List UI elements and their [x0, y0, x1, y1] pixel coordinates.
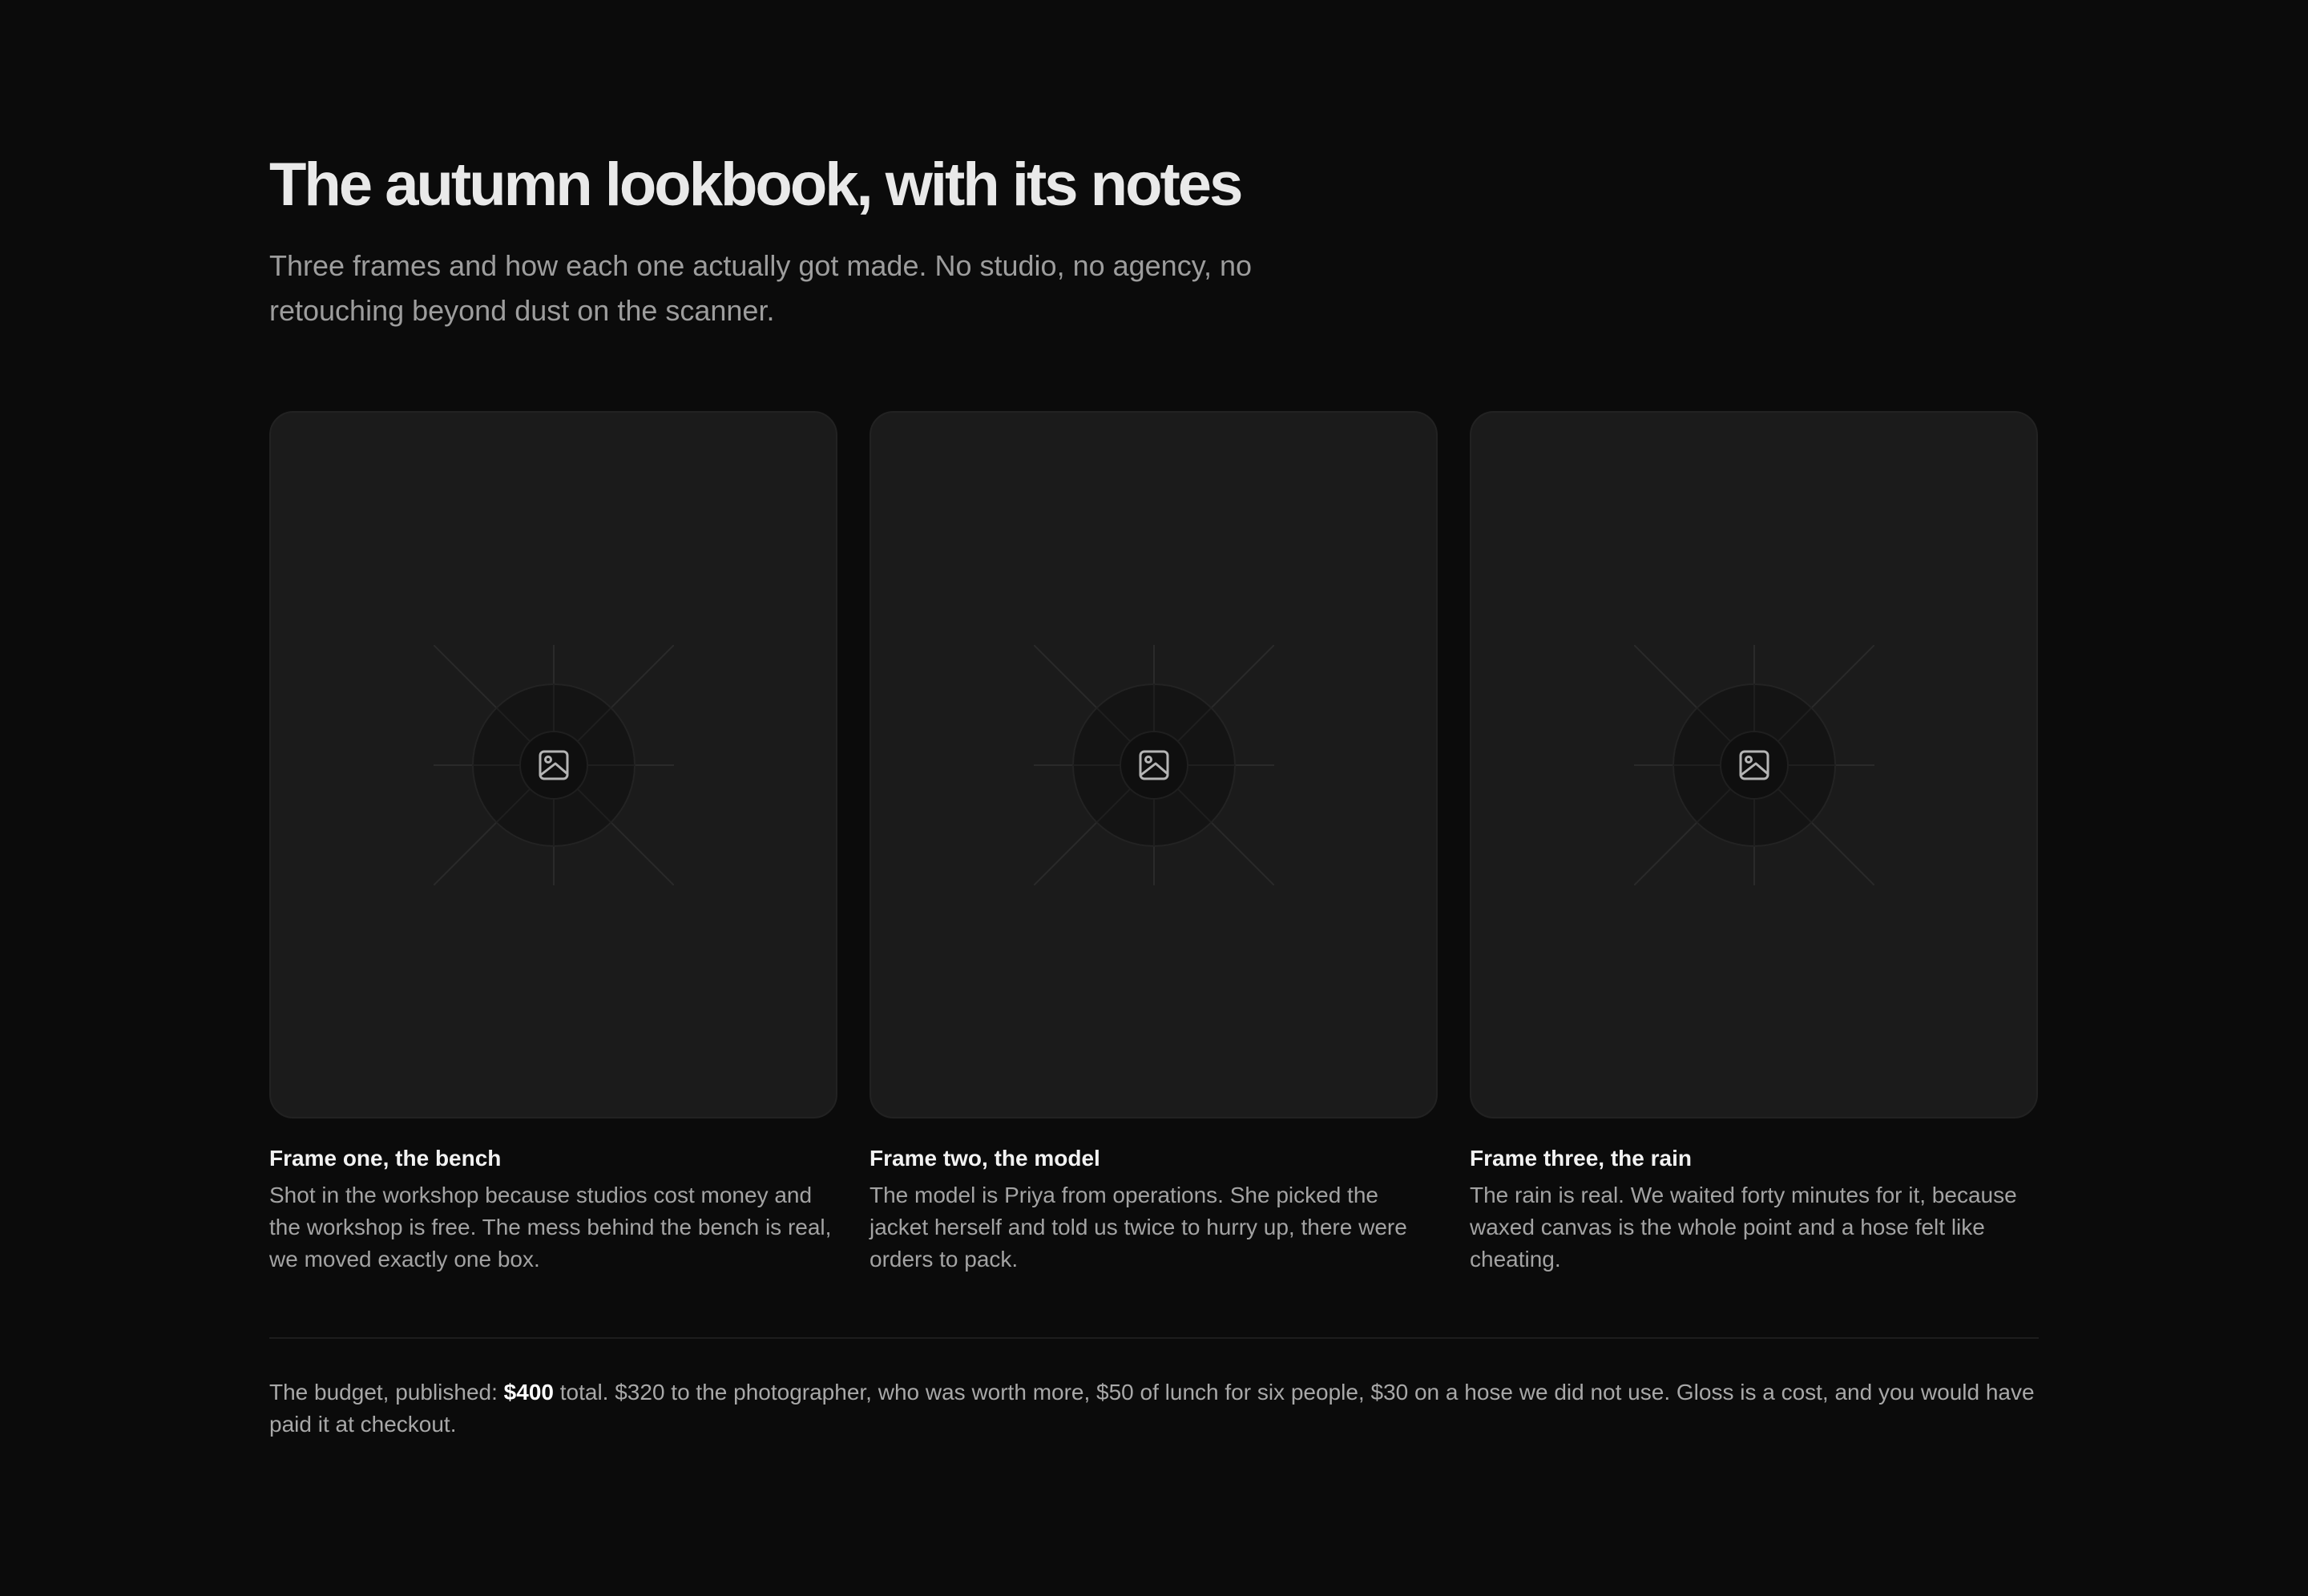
frame-image-placeholder[interactable]	[1470, 411, 2038, 1118]
budget-amount: $400	[503, 1380, 554, 1405]
frame-image-placeholder[interactable]	[269, 411, 837, 1118]
frame-title: Frame three, the rain	[1470, 1146, 1692, 1171]
frame-description: The rain is real. We waited forty minute…	[1470, 1183, 2017, 1272]
budget-lead: The budget, published:	[269, 1380, 504, 1405]
image-icon	[1633, 644, 1874, 885]
page-title: The autumn lookbook, with its notes	[269, 151, 1243, 219]
frame-title: Frame two, the model	[870, 1146, 1100, 1171]
frame-card-bench: Frame one, the bench Shot in the worksho…	[269, 411, 837, 1276]
frame-card-model: Frame two, the model The model is Priya …	[870, 411, 1438, 1276]
frame-title: Frame one, the bench	[269, 1146, 502, 1171]
budget-note: The budget, published: $400 total. $320 …	[269, 1376, 2039, 1441]
frame-description: Shot in the workshop because studios cos…	[269, 1183, 832, 1272]
frames-grid: Frame one, the bench Shot in the worksho…	[269, 411, 2039, 1276]
image-icon	[1033, 644, 1274, 885]
image-icon	[433, 644, 674, 885]
page-subtitle: Three frames and how each one actually g…	[269, 249, 1253, 327]
frame-image-placeholder[interactable]	[870, 411, 1438, 1118]
frame-description: The model is Priya from operations. She …	[870, 1183, 1407, 1272]
section-divider	[269, 1337, 2039, 1339]
frame-card-rain: Frame three, the rain The rain is real. …	[1470, 411, 2038, 1276]
